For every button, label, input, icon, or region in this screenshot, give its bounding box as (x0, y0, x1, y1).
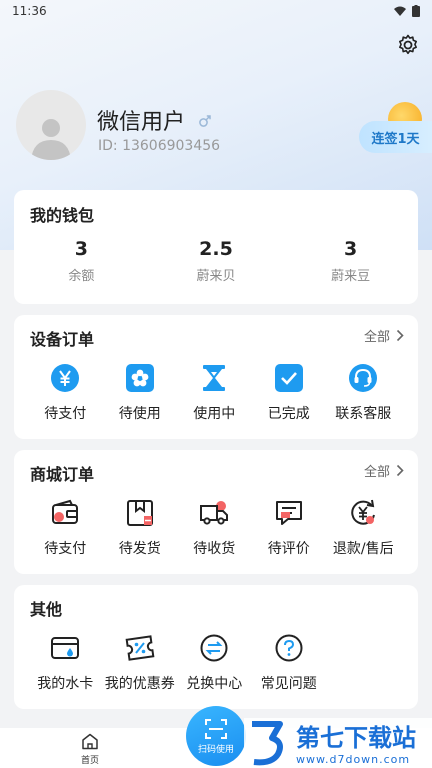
wifi-icon (394, 6, 406, 16)
stat-value: 3 (344, 238, 358, 260)
stat-value: 2.5 (199, 238, 233, 260)
item-label: 待收货 (193, 541, 236, 557)
shop-order-to-ship[interactable]: 待发货 (103, 497, 178, 558)
status-icons (394, 5, 420, 17)
item-label: 已完成 (267, 406, 310, 422)
tab-home-label: 首页 (80, 756, 99, 766)
other-coupons[interactable]: 我的优惠券 (103, 632, 178, 693)
other-card: 其他 我的水卡 我的优惠券 兑换中心 常见问题 (14, 585, 418, 709)
other-title: 其他 (30, 600, 63, 619)
question-icon (275, 634, 303, 662)
flower-icon (125, 364, 154, 392)
shop-order-to-receive[interactable]: 待收货 (177, 497, 252, 558)
watermark-url: www.d7down.com (296, 753, 410, 766)
device-order-to-use[interactable]: 待使用 (103, 362, 178, 423)
item-label: 我的优惠券 (104, 676, 175, 692)
stat-label: 余额 (68, 269, 95, 284)
shop-orders-card: 商城订单 全部 待支付 待发货 待收货 待评价 退款/售后 (14, 450, 418, 574)
male-gender-icon (199, 115, 211, 127)
item-label: 我的水卡 (37, 676, 94, 692)
watermark-title: 第七下载站 (296, 724, 416, 752)
check-icon (274, 364, 303, 392)
yen-icon (51, 364, 80, 392)
user-id: ID: 13606903456 (98, 138, 221, 154)
item-label: 待评价 (267, 541, 310, 557)
wallet-stats: 3 余额 2.5 蔚来贝 3 蔚来豆 (14, 238, 418, 284)
item-label: 待使用 (118, 406, 161, 422)
shop-order-pending-payment[interactable]: 待支付 (28, 497, 103, 558)
coupon-icon (125, 635, 155, 661)
all-link-label: 全部 (363, 465, 390, 480)
item-label: 常见问题 (260, 676, 317, 692)
user-name: 微信用户 (97, 110, 186, 135)
item-label: 退款/售后 (332, 541, 394, 557)
shop-orders-icons: 待支付 待发货 待收货 待评价 退款/售后 (28, 497, 401, 558)
device-orders-all-link[interactable]: 全部 (364, 326, 404, 345)
chevron-right-icon (396, 464, 404, 477)
tab-home[interactable]: 首页 (70, 733, 110, 766)
device-order-pending-payment[interactable]: 待支付 (28, 362, 103, 423)
home-icon (82, 733, 98, 750)
device-order-completed[interactable]: 已完成 (252, 362, 327, 423)
stat-label: 蔚来贝 (196, 269, 236, 284)
wallet-icon (52, 499, 79, 524)
truck-icon (200, 501, 229, 525)
exchange-icon (200, 634, 228, 662)
shop-order-to-review[interactable]: 待评价 (252, 497, 327, 558)
battery-icon (412, 5, 420, 17)
wallet-stat-nio-shells[interactable]: 2.5 蔚来贝 (149, 238, 284, 284)
refund-icon (351, 499, 376, 525)
item-label: 待支付 (44, 406, 87, 422)
watermark-logo: 第七下载站 www.d7down.com (244, 718, 432, 768)
wallet-title: 我的钱包 (30, 206, 95, 225)
item-label: 联系客服 (335, 406, 392, 422)
other-faq[interactable]: 常见问题 (252, 632, 327, 693)
box-icon (126, 500, 153, 526)
avatar[interactable] (16, 90, 86, 160)
shop-orders-title: 商城订单 (30, 465, 95, 484)
item-label: 待发货 (118, 541, 161, 557)
scan-to-use-button[interactable]: 扫码使用 (186, 706, 246, 766)
stat-label: 蔚来豆 (331, 269, 371, 284)
device-orders-card: 设备订单 全部 待支付 待使用 使用中 已完成 联系客服 (14, 315, 418, 439)
default-user-icon (31, 119, 71, 160)
status-time: 11:36 (12, 4, 47, 18)
status-bar: 11:36 (0, 0, 432, 22)
item-label: 兑换中心 (186, 676, 243, 692)
item-label: 使用中 (193, 406, 236, 422)
other-icons: 我的水卡 我的优惠券 兑换中心 常见问题 (28, 632, 326, 693)
water-card-icon (51, 637, 80, 659)
device-order-customer-service[interactable]: 联系客服 (326, 362, 401, 423)
device-orders-icons: 待支付 待使用 使用中 已完成 联系客服 (28, 362, 401, 423)
hourglass-icon (203, 365, 226, 391)
comment-icon (275, 501, 302, 525)
checkin-streak-badge[interactable]: 连签1天 (359, 121, 432, 153)
shop-order-refund[interactable]: 退款/售后 (326, 497, 401, 558)
wallet-card: 我的钱包 3 余额 2.5 蔚来贝 3 蔚来豆 (14, 190, 418, 304)
all-link-label: 全部 (363, 330, 390, 345)
headset-icon (349, 364, 378, 392)
other-exchange-center[interactable]: 兑换中心 (177, 632, 252, 693)
wallet-stat-nio-beans[interactable]: 3 蔚来豆 (283, 238, 418, 284)
shop-orders-all-link[interactable]: 全部 (364, 461, 404, 480)
device-orders-title: 设备订单 (30, 330, 95, 349)
wallet-stat-balance[interactable]: 3 余额 (14, 238, 149, 284)
device-order-in-use[interactable]: 使用中 (177, 362, 252, 423)
stat-value: 3 (74, 238, 88, 260)
other-water-card[interactable]: 我的水卡 (28, 632, 103, 693)
item-label: 待支付 (44, 541, 87, 557)
scan-button-label: 扫码使用 (197, 744, 234, 755)
chevron-right-icon (396, 329, 404, 342)
scan-icon (205, 718, 227, 739)
settings-gear-icon[interactable] (396, 33, 420, 57)
